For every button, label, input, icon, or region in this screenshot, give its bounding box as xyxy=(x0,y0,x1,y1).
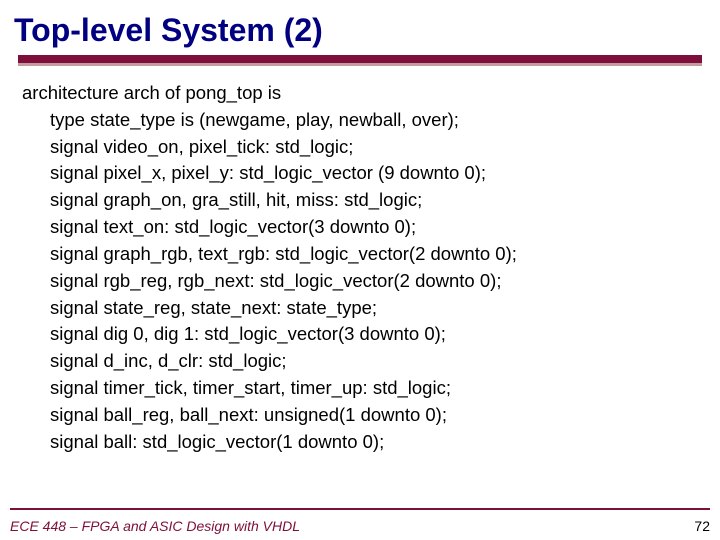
code-line: signal rgb_reg, rgb_next: std_logic_vect… xyxy=(22,268,702,295)
code-block: architecture arch of pong_top is type st… xyxy=(0,80,720,455)
code-line: signal dig 0, dig 1: std_logic_vector(3 … xyxy=(22,321,702,348)
page-number: 72 xyxy=(694,518,710,534)
code-line: signal ball: std_logic_vector(1 downto 0… xyxy=(22,429,702,456)
footer-rule xyxy=(10,508,710,510)
code-line: signal ball_reg, ball_next: unsigned(1 d… xyxy=(22,402,702,429)
title-rule-dark xyxy=(18,55,702,63)
code-line: signal state_reg, state_next: state_type… xyxy=(22,295,702,322)
title-rule-light xyxy=(18,63,702,66)
footer: ECE 448 – FPGA and ASIC Design with VHDL… xyxy=(10,518,710,534)
code-line: signal video_on, pixel_tick: std_logic; xyxy=(22,134,702,161)
slide-title: Top-level System (2) xyxy=(0,0,720,55)
code-line: signal d_inc, d_clr: std_logic; xyxy=(22,348,702,375)
code-line: signal pixel_x, pixel_y: std_logic_vecto… xyxy=(22,160,702,187)
code-line: signal text_on: std_logic_vector(3 downt… xyxy=(22,214,702,241)
code-line: type state_type is (newgame, play, newba… xyxy=(22,107,702,134)
code-line: signal graph_rgb, text_rgb: std_logic_ve… xyxy=(22,241,702,268)
code-line: signal graph_on, gra_still, hit, miss: s… xyxy=(22,187,702,214)
footer-course: ECE 448 – FPGA and ASIC Design with VHDL xyxy=(10,518,300,534)
code-line: signal timer_tick, timer_start, timer_up… xyxy=(22,375,702,402)
code-line: architecture arch of pong_top is xyxy=(22,80,702,107)
